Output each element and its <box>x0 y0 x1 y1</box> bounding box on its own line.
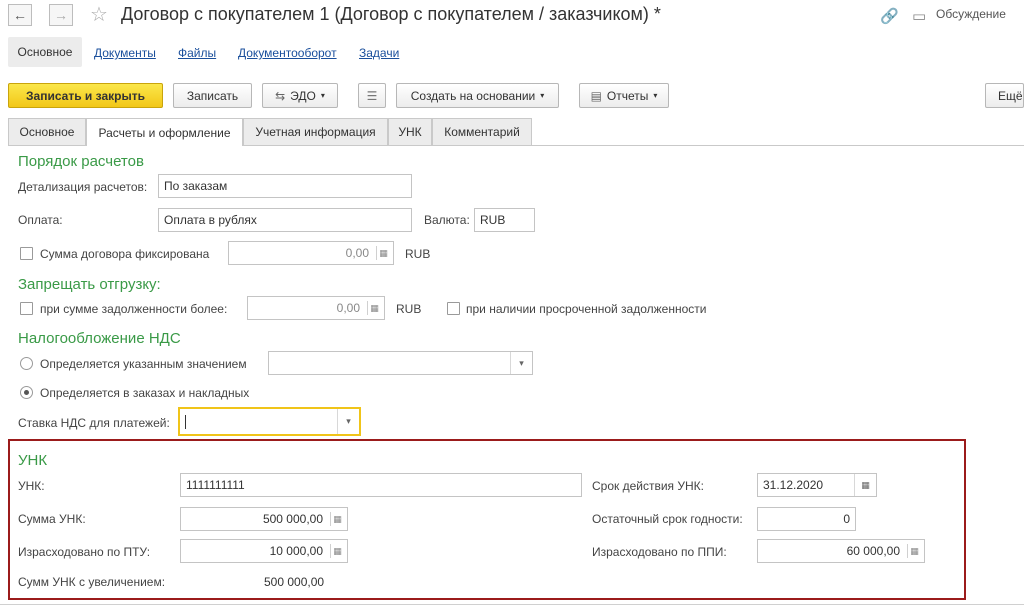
spent-ptu-field[interactable]: 10 000,00 ▦ <box>180 539 348 563</box>
section-unk: УНК <box>18 452 48 469</box>
edo-icon: ⇆ <box>275 88 286 103</box>
unk-sum-field[interactable]: 500 000,00 ▦ <box>180 507 348 531</box>
section-block-shipment: Запрещать отгрузку: <box>18 276 161 293</box>
report-icon: ▤ <box>590 88 602 103</box>
remaining-term-label: Остаточный срок годности: <box>592 512 743 526</box>
arrow-right-icon: → <box>54 7 68 23</box>
unk-sum-label: Сумма УНК: <box>18 512 86 526</box>
fixed-sum-currency: RUB <box>405 247 431 261</box>
unk-term-value: 31.12.2020 <box>763 478 824 492</box>
chevron-down-icon[interactable]: ▾ <box>337 409 359 434</box>
fixed-sum-field[interactable]: 0,00 ▦ <box>228 241 394 265</box>
vat-option-orders-label: Определяется в заказах и накладных <box>40 386 250 400</box>
unk-sum-increase-value: 500 000,00 <box>264 575 325 589</box>
spent-ptu-label: Израсходовано по ПТУ: <box>18 545 151 559</box>
reports-label: Отчеты <box>606 88 649 103</box>
unk-field[interactable]: 1111111111 <box>180 473 582 497</box>
debt-checkbox[interactable] <box>20 302 33 315</box>
edo-button[interactable]: ⇆ ЭДО ▾ <box>262 83 338 108</box>
discussion-link[interactable]: Обсуждение <box>936 7 1006 21</box>
payment-label: Оплата: <box>18 213 63 227</box>
debt-currency: RUB <box>396 302 422 316</box>
favorite-star-icon[interactable]: ☆ <box>90 2 108 27</box>
vat-option-specified-label: Определяется указанным значением <box>40 357 247 371</box>
create-based-label: Создать на основании <box>410 88 536 103</box>
discussion-icon[interactable]: ▭ <box>912 7 926 25</box>
nav-documents[interactable]: Документы <box>94 46 156 60</box>
fixed-sum-checkbox[interactable] <box>20 247 33 260</box>
debt-field[interactable]: 0,00 ▦ <box>247 296 385 320</box>
unk-term-label: Срок действия УНК: <box>592 479 704 493</box>
more-button[interactable]: Ещё <box>985 83 1024 108</box>
spent-ppi-label: Израсходовано по ППИ: <box>592 545 727 559</box>
calculator-icon[interactable]: ▦ <box>376 246 390 260</box>
tab-comment[interactable]: Комментарий <box>432 118 532 145</box>
create-based-on-button[interactable]: Создать на основании ▾ <box>396 83 559 108</box>
calculator-icon[interactable]: ▦ <box>367 301 381 315</box>
payment-field[interactable]: Оплата в рублях <box>158 208 412 232</box>
overdue-checkbox[interactable] <box>447 302 460 315</box>
nav-files[interactable]: Файлы <box>178 46 216 60</box>
chevron-down-icon[interactable]: ▾ <box>510 352 532 374</box>
arrow-left-icon: ← <box>13 7 27 23</box>
unk-term-field[interactable]: 31.12.2020 ▦ <box>757 473 877 497</box>
tab-main[interactable]: Основное <box>8 118 86 145</box>
nav-docflow[interactable]: Документооборот <box>238 46 337 60</box>
reports-button[interactable]: ▤ Отчеты ▾ <box>579 83 669 108</box>
edo-label: ЭДО <box>290 88 316 103</box>
currency-label: Валюта: <box>424 213 470 227</box>
overdue-label: при наличии просроченной задолженности <box>466 302 707 316</box>
bottom-divider <box>0 604 1024 605</box>
unk-sum-increase-label: Сумм УНК с увеличением: <box>18 575 166 589</box>
remaining-term-field[interactable]: 0 <box>757 507 856 531</box>
link-icon[interactable]: 🔗 <box>880 7 899 25</box>
calculator-icon[interactable]: ▦ <box>330 544 344 558</box>
currency-field[interactable]: RUB <box>474 208 535 232</box>
nav-main[interactable]: Основное <box>8 37 82 67</box>
spent-ppi-value: 60 000,00 <box>846 544 900 558</box>
debt-label: при сумме задолженности более: <box>40 302 228 316</box>
tab-payments[interactable]: Расчеты и оформление <box>86 118 243 146</box>
vat-value-select[interactable]: ▾ <box>268 351 533 375</box>
calendar-icon[interactable]: ▦ <box>854 474 876 496</box>
vat-option-orders-radio[interactable] <box>20 386 33 399</box>
window-title: Договор с покупателем 1 (Договор с покуп… <box>121 4 661 24</box>
tab-unk[interactable]: УНК <box>388 118 432 145</box>
section-payment-order: Порядок расчетов <box>18 153 144 170</box>
debt-value: 0,00 <box>336 301 360 315</box>
unk-label: УНК: <box>18 479 45 493</box>
save-and-close-button[interactable]: Записать и закрыть <box>8 83 163 108</box>
detail-label: Детализация расчетов: <box>18 180 148 194</box>
calculator-icon[interactable]: ▦ <box>907 544 921 558</box>
vat-rate-label: Ставка НДС для платежей: <box>18 416 170 430</box>
fixed-sum-label: Сумма договора фиксирована <box>40 247 210 261</box>
chevron-down-icon: ▾ <box>540 91 545 100</box>
chevron-down-icon: ▾ <box>320 91 325 100</box>
list-icon: ☰ <box>366 88 378 103</box>
unk-sum-value: 500 000,00 <box>262 512 323 526</box>
spent-ptu-value: 10 000,00 <box>269 544 323 558</box>
calculator-icon[interactable]: ▦ <box>330 512 344 526</box>
forward-button[interactable]: → <box>49 4 73 26</box>
tab-accounting[interactable]: Учетная информация <box>243 118 388 145</box>
save-button[interactable]: Записать <box>173 83 252 108</box>
vat-option-specified-radio[interactable] <box>20 357 33 370</box>
list-button[interactable]: ☰ <box>358 83 386 108</box>
spent-ppi-field[interactable]: 60 000,00 ▦ <box>757 539 925 563</box>
detail-field[interactable]: По заказам <box>158 174 412 198</box>
fixed-sum-value: 0,00 <box>345 246 369 260</box>
nav-tasks[interactable]: Задачи <box>359 46 399 60</box>
back-button[interactable]: ← <box>8 4 32 26</box>
section-vat: Налогообложение НДС <box>18 330 181 347</box>
chevron-down-icon: ▾ <box>653 91 658 100</box>
vat-rate-select[interactable]: ▾ <box>178 407 361 436</box>
vat-rate-value <box>185 414 186 429</box>
